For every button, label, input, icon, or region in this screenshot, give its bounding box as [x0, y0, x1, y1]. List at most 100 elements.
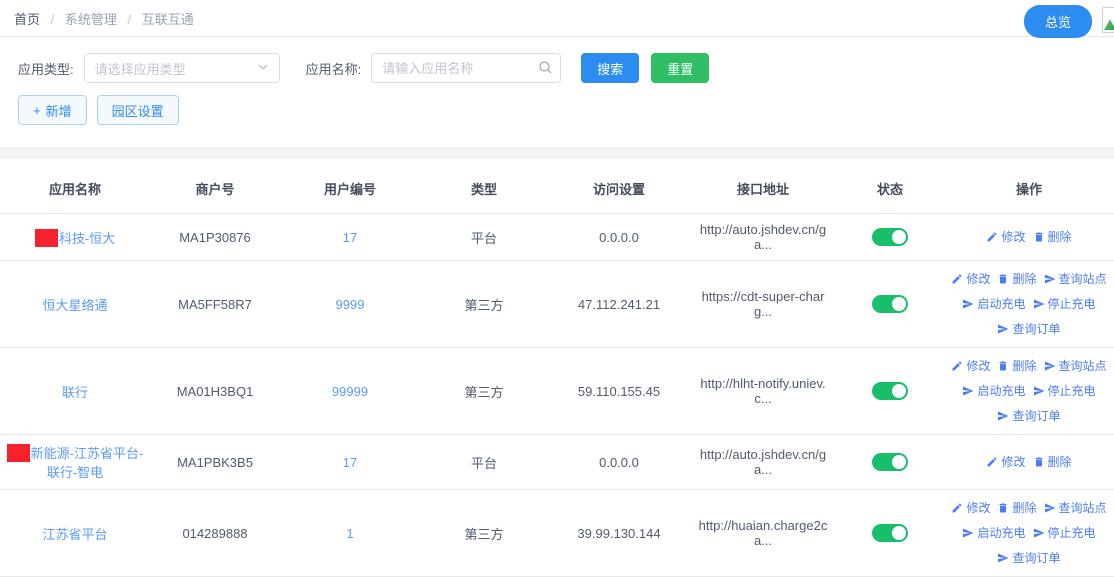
delete-action[interactable]: 删除	[997, 358, 1036, 374]
edit-pencil-icon	[951, 360, 963, 372]
edit-pencil-icon	[986, 231, 998, 243]
app-type-label: 应用类型:	[18, 59, 74, 78]
send-icon	[1033, 385, 1045, 397]
delete-action[interactable]: 删除	[997, 500, 1036, 516]
type-cell: 平台	[471, 456, 497, 471]
send-icon	[1044, 502, 1056, 514]
overview-button[interactable]: 总览	[1024, 5, 1092, 38]
user-no-link[interactable]: 17	[343, 230, 357, 245]
user-no-link[interactable]: 99999	[332, 384, 368, 399]
delete-action[interactable]: 删除	[1033, 454, 1072, 470]
breadcrumb-bar: 首页 / 系统管理 / 互联互通 总览	[0, 0, 1114, 37]
app-name-label: 应用名称:	[306, 59, 362, 78]
query-site-action[interactable]: 查询站点	[1044, 271, 1107, 287]
query-order-action[interactable]: 查询订单	[997, 321, 1060, 337]
type-cell: 第三方	[464, 527, 503, 542]
trash-icon	[1033, 456, 1045, 468]
app-name-link[interactable]: 恒大星络通	[42, 298, 107, 313]
access-setting-cell: 39.99.130.144	[577, 526, 660, 541]
col-access: 访问设置	[548, 163, 690, 214]
merchant-no-cell: MA1P30876	[179, 230, 251, 245]
table-body: 科技-恒大 MA1P30876 17 平台 0.0.0.0 http://auto.jsh…	[0, 214, 1114, 577]
op-label: 修改	[966, 500, 990, 516]
breadcrumb-system-management[interactable]: 系统管理	[65, 12, 117, 27]
edit-action[interactable]: 修改	[951, 358, 990, 374]
status-toggle[interactable]	[872, 453, 908, 471]
app-type-select[interactable]: 请选择应用类型	[84, 53, 280, 83]
api-url-cell: http://huaian.charge2ca...	[699, 518, 828, 548]
edit-pencil-icon	[951, 273, 963, 285]
breadcrumb: 首页 / 系统管理 / 互联互通	[14, 9, 194, 28]
op-label: 停止充电	[1048, 525, 1096, 541]
start-charge-action[interactable]: 启动充电	[962, 296, 1025, 312]
breadcrumb-separator: /	[128, 12, 132, 27]
query-site-action[interactable]: 查询站点	[1044, 500, 1107, 516]
redaction-block	[35, 229, 58, 247]
op-label: 启动充电	[977, 525, 1025, 541]
start-charge-action[interactable]: 启动充电	[962, 383, 1025, 399]
edit-action[interactable]: 修改	[986, 454, 1025, 470]
access-setting-cell: 0.0.0.0	[599, 230, 639, 245]
search-icon	[538, 60, 553, 78]
user-no-link[interactable]: 17	[343, 455, 357, 470]
edit-action[interactable]: 修改	[951, 271, 990, 287]
op-label: 查询订单	[1012, 408, 1060, 424]
user-no-link[interactable]: 1	[346, 526, 353, 541]
merchant-no-cell: MA5FF58R7	[178, 297, 252, 312]
api-url-cell: http://auto.jshdev.cn/ga...	[700, 222, 826, 252]
query-site-action[interactable]: 查询站点	[1044, 358, 1107, 374]
col-api-url: 接口地址	[690, 163, 836, 214]
reset-button[interactable]: 重置	[651, 53, 709, 83]
status-toggle[interactable]	[872, 295, 908, 313]
park-settings-label: 园区设置	[112, 101, 164, 120]
app-name-link[interactable]: 科技-恒大	[59, 231, 115, 246]
delete-action[interactable]: 删除	[1033, 229, 1072, 245]
breadcrumb-home[interactable]: 首页	[14, 12, 40, 27]
status-toggle[interactable]	[872, 228, 908, 246]
table-row: 科技-恒大 MA1P30876 17 平台 0.0.0.0 http://auto.jsh…	[0, 214, 1114, 261]
send-icon	[962, 527, 974, 539]
edit-action[interactable]: 修改	[986, 229, 1025, 245]
stop-charge-action[interactable]: 停止充电	[1033, 296, 1096, 312]
op-label: 启动充电	[977, 296, 1025, 312]
trash-icon	[997, 502, 1009, 514]
app-name-link[interactable]: 联行	[62, 385, 88, 400]
query-order-action[interactable]: 查询订单	[997, 550, 1060, 566]
op-label: 修改	[966, 358, 990, 374]
app-table-panel: 应用名称 商户号 用户编号 类型 访问设置 接口地址 状态 操作 科技-恒大MA…	[0, 159, 1114, 577]
delete-action[interactable]: 删除	[997, 271, 1036, 287]
edit-action[interactable]: 修改	[951, 500, 990, 516]
stop-charge-action[interactable]: 停止充电	[1033, 383, 1096, 399]
status-toggle[interactable]	[872, 524, 908, 542]
stop-charge-action[interactable]: 停止充电	[1033, 525, 1096, 541]
type-cell: 平台	[471, 231, 497, 246]
add-button[interactable]: + 新增	[18, 95, 87, 125]
search-button[interactable]: 搜索	[581, 53, 639, 83]
status-toggle[interactable]	[872, 382, 908, 400]
col-app-name: 应用名称	[0, 163, 150, 214]
edit-pencil-icon	[951, 502, 963, 514]
op-label: 删除	[1048, 454, 1072, 470]
edit-pencil-icon	[986, 456, 998, 468]
user-no-link[interactable]: 9999	[336, 297, 365, 312]
op-label: 修改	[966, 271, 990, 287]
breadcrumb-interconnect[interactable]: 互联互通	[142, 12, 194, 27]
app-name-link[interactable]: 江苏省平台	[42, 527, 107, 542]
start-charge-action[interactable]: 启动充电	[962, 525, 1025, 541]
trash-icon	[1033, 231, 1045, 243]
op-label: 删除	[1048, 229, 1072, 245]
table-row: 新能源-江苏省平台-联行-智电MA1PBK3B517平台0.0.0.0http:…	[0, 435, 1114, 490]
app-name-link[interactable]: 新能源-江苏省平台-联行-智电	[31, 446, 144, 480]
send-icon	[1044, 273, 1056, 285]
app-name-input[interactable]	[371, 53, 561, 83]
op-label: 修改	[1001, 454, 1025, 470]
plus-icon: +	[33, 103, 41, 118]
api-url-cell: http://hlht-notify.uniev.c...	[700, 376, 825, 406]
park-settings-button[interactable]: 园区设置	[97, 95, 179, 125]
merchant-no-cell: 014289888	[182, 526, 247, 541]
filter-panel: 应用类型: 请选择应用类型 应用名称: 搜索 重置 + 新增 园区设置	[0, 37, 1114, 147]
type-cell: 第三方	[464, 298, 503, 313]
query-order-action[interactable]: 查询订单	[997, 408, 1060, 424]
app-table: 应用名称 商户号 用户编号 类型 访问设置 接口地址 状态 操作 科技-恒大MA…	[0, 163, 1114, 577]
send-icon	[1044, 360, 1056, 372]
